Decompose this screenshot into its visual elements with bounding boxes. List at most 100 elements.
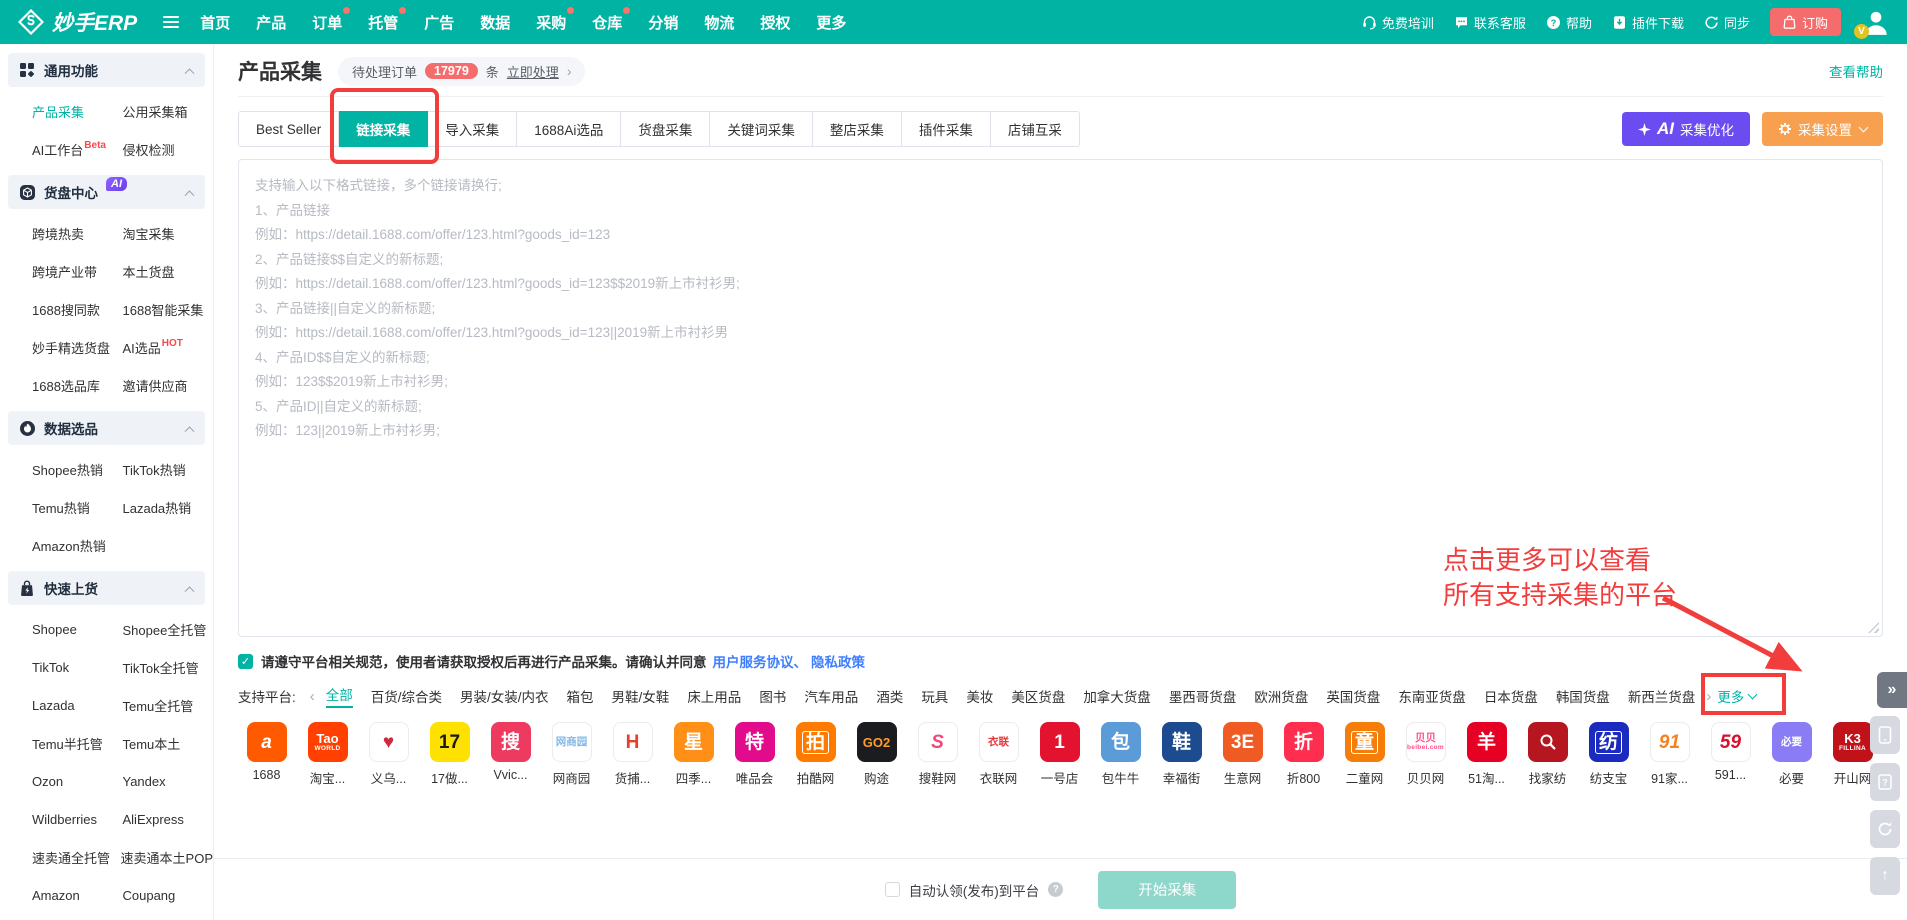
category-item[interactable]: 玩具 [921,686,948,706]
category-item[interactable]: 酒类 [876,686,903,706]
platform-item[interactable]: 搜 Vvic... [480,722,541,787]
faq-button[interactable]: ? [1870,763,1900,801]
nav-item[interactable]: 仓库 [592,6,631,33]
tab-item[interactable]: 店铺互采 [990,111,1080,147]
tab-item[interactable]: 货盘采集 [621,111,711,147]
platform-item[interactable]: 纺纺支宝 [1578,722,1639,787]
category-item[interactable]: 汽车用品 [804,686,858,706]
sidebar-item[interactable]: 1688智能采集 [123,300,214,319]
app-logo[interactable]: 妙手ERP [18,7,137,37]
subscribe-button[interactable]: 订购 [1769,8,1841,36]
platform-item[interactable]: 59 591... [1700,722,1761,787]
sidebar-section-header[interactable]: 数据选品 [8,411,205,445]
collapse-caret-icon[interactable] [184,67,195,78]
support-link[interactable]: 联系客服 [1454,13,1526,32]
sidebar-item[interactable]: Amazon [32,888,123,903]
platform-item[interactable]: 3E 生意网 [1212,722,1273,787]
sidebar-item[interactable]: Coupang [123,888,214,903]
platform-item[interactable]: 包包牛牛 [1090,722,1151,787]
platform-item[interactable]: 91 91家... [1639,722,1700,787]
nav-item[interactable]: 托管 [368,6,407,33]
category-item[interactable]: 欧洲货盘 [1254,686,1308,706]
sidebar-item[interactable]: Shopee全托管 [123,620,214,639]
sidebar-item[interactable]: TikTok全托管 [123,658,214,677]
platform-item[interactable]: 衣联 衣联网 [968,722,1029,787]
platform-item[interactable]: Tao WORLD 淘宝... [297,722,358,787]
privacy-policy-link[interactable]: 隐私政策 [811,651,865,671]
sync-link[interactable]: 同步 [1704,13,1750,32]
category-item[interactable]: 图书 [759,686,786,706]
sidebar-item[interactable]: AliExpress [123,812,214,827]
platform-item[interactable]: 17 17做... [419,722,480,787]
platform-item[interactable]: 网商园 网商园 [541,722,602,787]
sidebar-item[interactable]: 速卖通全托管 [32,848,121,867]
tab-item[interactable]: 整店采集 [812,111,902,147]
platform-item[interactable]: 羊 51淘... [1456,722,1517,787]
more-platforms-link[interactable]: 更多 [1701,673,1787,715]
platform-item[interactable]: 特唯品会 [724,722,785,787]
sidebar-item[interactable]: TikTok热销 [123,460,214,479]
tab-item[interactable]: 导入采集 [428,111,518,147]
nav-item[interactable]: 物流 [704,12,734,33]
category-item[interactable]: 东南亚货盘 [1398,686,1466,706]
help-link[interactable]: ? 帮助 [1546,13,1592,32]
chevron-left-icon[interactable]: ‹ [310,688,315,705]
collection-settings-button[interactable]: 采集设置 [1762,112,1883,146]
agreement-checkbox[interactable]: ✓ [238,653,253,669]
sidebar-item[interactable]: Yandex [123,774,214,789]
menu-toggle-icon[interactable] [163,13,180,31]
sidebar-item[interactable]: TikTok [32,660,123,675]
tab-link-collect-active[interactable]: 链接采集 [330,88,440,164]
sidebar-item[interactable]: 妙手精选货盘 [32,338,123,357]
sidebar-item[interactable]: Temu热销 [32,498,123,517]
category-item[interactable]: 百货/综合类 [371,686,442,706]
sidebar-item[interactable]: 淘宝采集 [123,224,214,243]
platform-item[interactable]: H 货捕... [602,722,663,787]
platform-item[interactable]: 折折800 [1273,722,1334,787]
sidebar-item[interactable]: Shopee热销 [32,460,123,479]
platform-item[interactable]: 必要 必要 [1761,722,1822,787]
tab-item[interactable]: Best Seller [238,111,340,147]
category-item[interactable]: 加拿大货盘 [1083,686,1151,706]
platform-item[interactable]: GO2 购途 [846,722,907,787]
back-to-top-button[interactable]: ↑ [1870,857,1900,895]
plugin-download-link[interactable]: 插件下载 [1612,13,1684,32]
mobile-app-button[interactable] [1870,716,1900,754]
sidebar-item[interactable]: 1688选品库 [32,376,123,395]
category-item[interactable]: 日本货盘 [1484,686,1538,706]
platform-item[interactable]: S 搜鞋网 [907,722,968,787]
nav-item[interactable]: 首页 [200,12,230,33]
category-item[interactable]: 英国货盘 [1326,686,1380,706]
category-item[interactable]: 韩国货盘 [1556,686,1610,706]
process-now-link[interactable]: 立即处理 [507,62,559,81]
category-item[interactable]: 男装/女装/内衣 [460,686,549,706]
platform-item[interactable]: 童二童网 [1334,722,1395,787]
platform-item[interactable]: 找家纺 [1517,722,1578,787]
platform-item[interactable]: 鞋幸福街 [1151,722,1212,787]
resize-handle[interactable] [1868,622,1879,633]
nav-item[interactable]: 广告 [424,12,454,33]
category-item[interactable]: 男鞋/女鞋 [612,686,670,706]
collapse-caret-icon[interactable] [184,425,195,436]
training-link[interactable]: 免费培训 [1362,13,1434,32]
nav-item[interactable]: 产品 [256,12,286,33]
nav-item[interactable]: 订单 [312,6,351,33]
sidebar-item[interactable]: Shopee [32,622,123,637]
category-item[interactable]: 美区货盘 [1011,686,1065,706]
nav-item[interactable]: 更多 [816,12,846,33]
sidebar-item[interactable]: 速卖通本土POP [121,848,213,867]
nav-item[interactable]: 采购 [536,6,575,33]
category-item[interactable]: 新西兰货盘 [1628,686,1696,706]
category-item[interactable]: 美妆 [966,686,993,706]
refresh-button[interactable] [1870,810,1900,848]
auto-claim-checkbox[interactable] [884,882,900,897]
sidebar-item[interactable]: Temu本土 [123,734,214,753]
sidebar-item[interactable]: 1688搜同款 [32,300,123,319]
sidebar-item[interactable]: Ozon [32,774,123,789]
sidebar-item[interactable]: 跨境产业带 [32,262,123,281]
sidebar-item[interactable]: 跨境热卖 [32,224,123,243]
sidebar-item[interactable]: Temu半托管 [32,734,123,753]
collapse-panel-button[interactable]: » [1877,672,1907,708]
sidebar-section-header[interactable]: 快速上货 [8,571,205,605]
tab-item[interactable]: 插件采集 [901,111,991,147]
